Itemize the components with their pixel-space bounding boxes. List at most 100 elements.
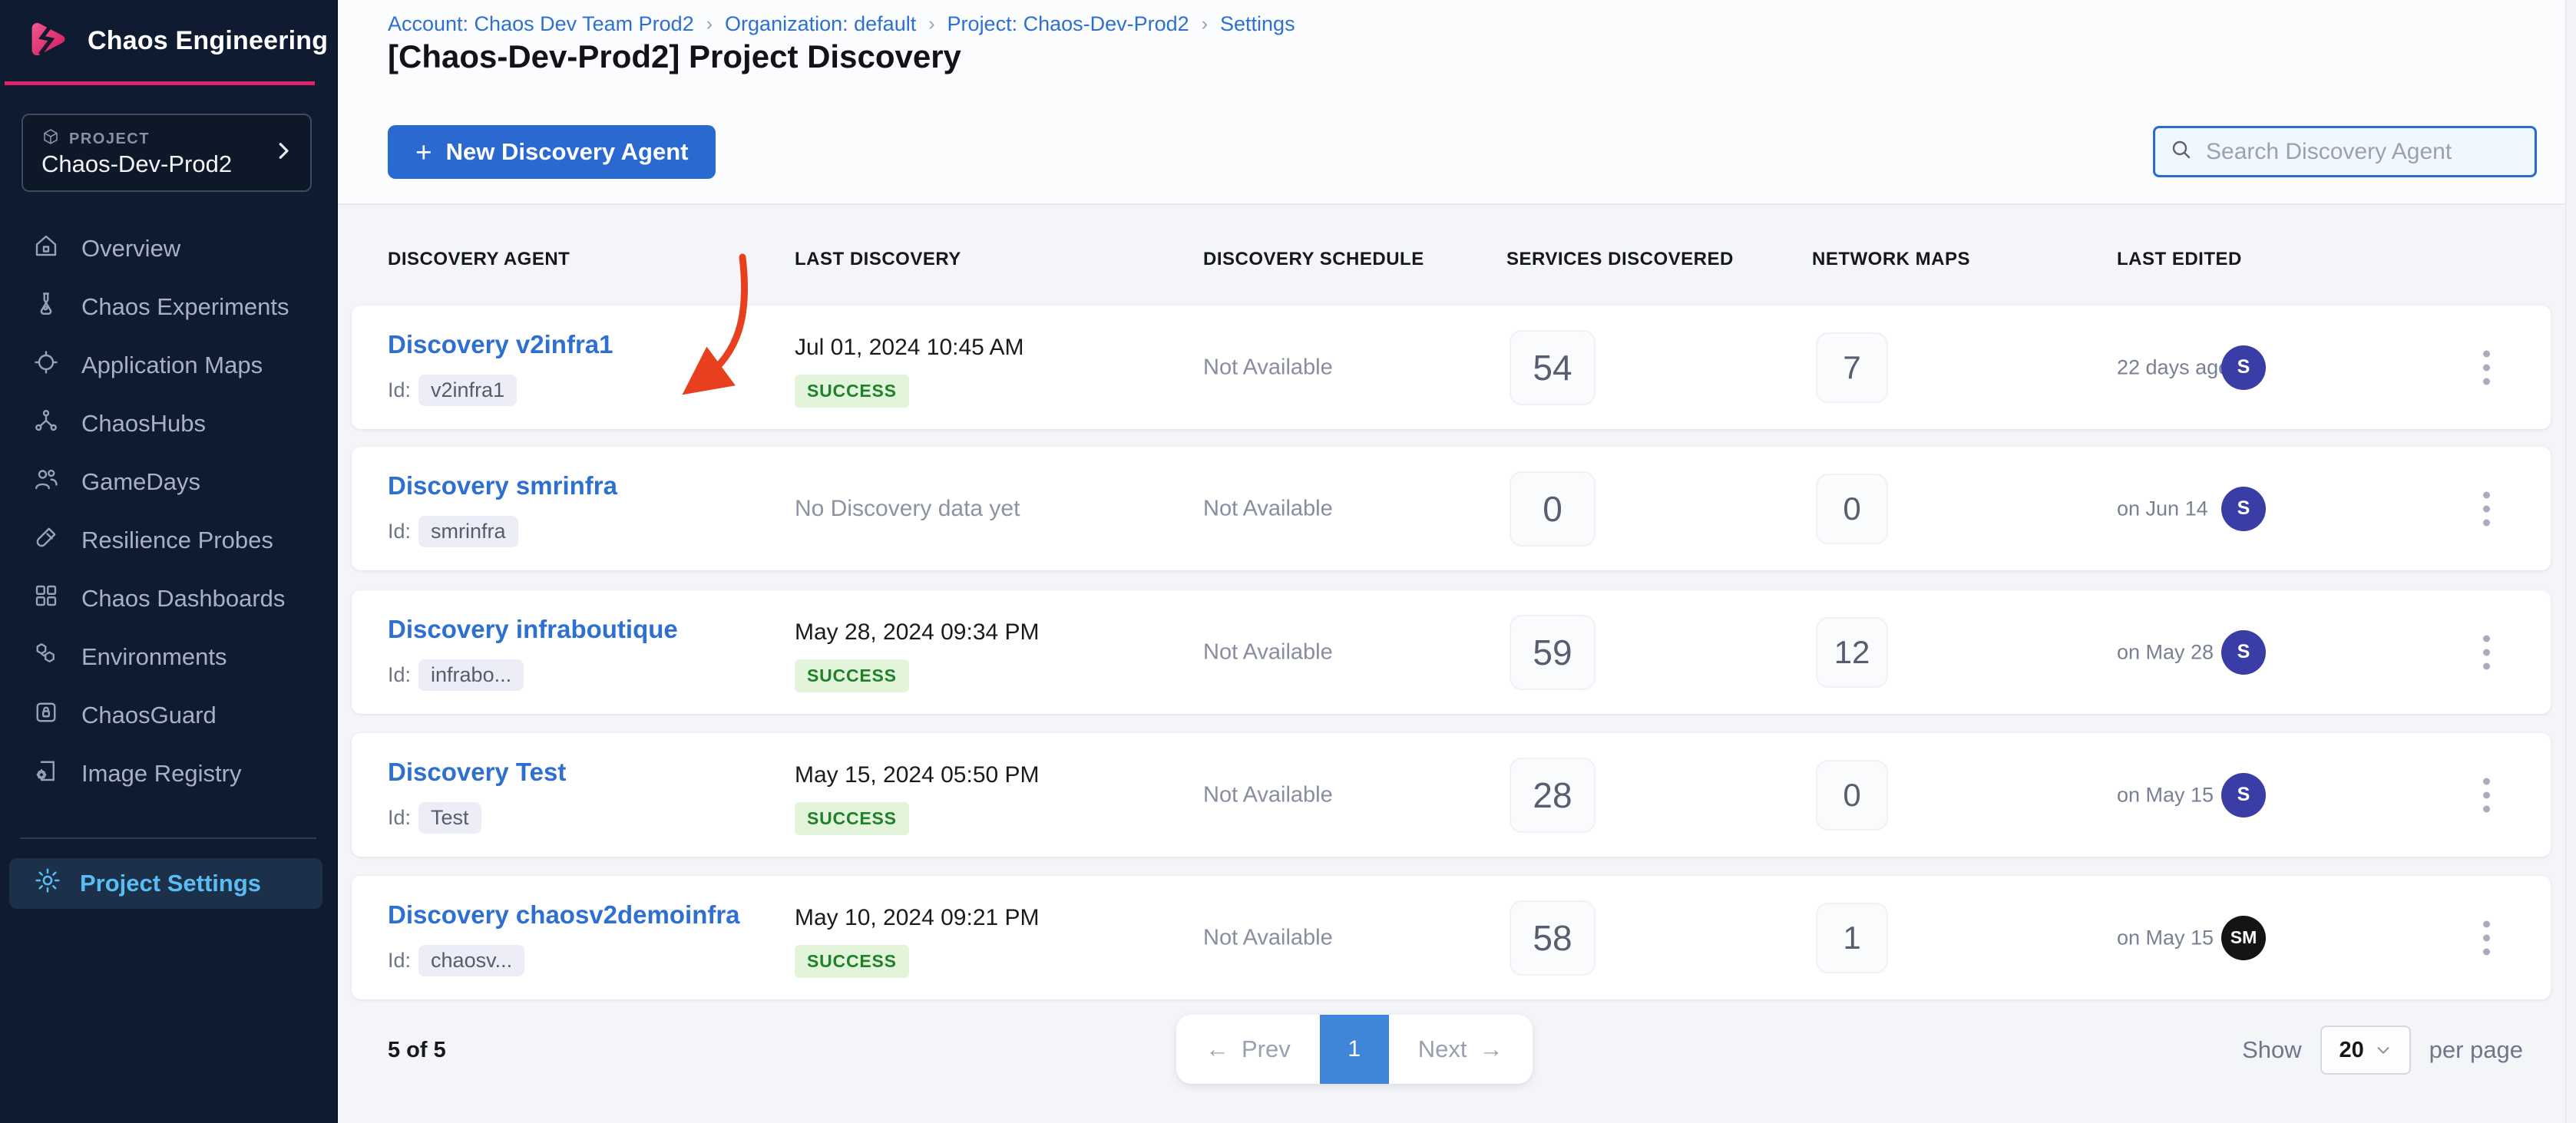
row-menu-icon[interactable]	[2475, 484, 2498, 533]
last-edited-text: on Jun 14	[2117, 497, 2208, 520]
flask-icon	[32, 290, 60, 324]
chaos-engineering-app: Chaos Engineering PROJECT Chaos-Dev-Pr	[0, 0, 2576, 1123]
breadcrumb-separator: ›	[1189, 13, 1220, 35]
sidebar-item-chaos-experiments[interactable]: Chaos Experiments	[0, 278, 338, 336]
sidebar-nav: Overview Chaos Experiments Application M…	[0, 220, 338, 803]
chaos-engineering-logo-icon	[23, 15, 71, 67]
sidebar-item-label: ChaosHubs	[81, 410, 206, 438]
project-label: PROJECT	[69, 130, 150, 148]
chevron-down-icon	[2375, 1042, 2392, 1059]
sidebar-item-chaos-dashboards[interactable]: Chaos Dashboards	[0, 570, 338, 628]
sidebar-item-chaosguard[interactable]: ChaosGuard	[0, 686, 338, 745]
avatar: SM	[2221, 916, 2266, 960]
project-selector[interactable]: PROJECT Chaos-Dev-Prod2	[21, 114, 312, 192]
arrow-right-icon: →	[1480, 1035, 1503, 1063]
home-icon	[32, 232, 60, 266]
arrow-left-icon: ←	[1205, 1035, 1229, 1063]
network-maps-count: 7	[1816, 332, 1888, 403]
sidebar-item-image-registry[interactable]: Image Registry	[0, 745, 338, 803]
show-label: Show	[2242, 1036, 2302, 1064]
breadcrumb-account-link[interactable]: Account: Chaos Dev Team Prod2	[388, 12, 694, 36]
sidebar-divider	[20, 837, 316, 839]
agent-name-link[interactable]: Discovery smrinfra	[388, 471, 617, 500]
agent-name-link[interactable]: Discovery Test	[388, 758, 566, 787]
id-chip: smrinfra	[418, 516, 518, 547]
discovery-schedule: Not Available	[1203, 925, 1333, 950]
id-prefix: Id:	[388, 949, 411, 973]
avatar: S	[2221, 345, 2266, 390]
main-content: Account: Chaos Dev Team Prod2 › Organiza…	[338, 0, 2576, 1123]
discovery-schedule: Not Available	[1203, 639, 1333, 665]
sidebar-item-resilience-probes[interactable]: Resilience Probes	[0, 511, 338, 570]
avatar: S	[2221, 630, 2266, 675]
id-chip: Test	[418, 802, 481, 834]
sidebar-item-label: Chaos Dashboards	[81, 585, 285, 613]
services-discovered-count: 54	[1510, 330, 1596, 405]
page-number-button[interactable]: 1	[1320, 1015, 1389, 1084]
sidebar-item-overview[interactable]: Overview	[0, 220, 338, 278]
breadcrumb-organization-link[interactable]: Organization: default	[725, 12, 916, 36]
sidebar-item-application-maps[interactable]: Application Maps	[0, 336, 338, 395]
sidebar-item-label: GameDays	[81, 468, 200, 496]
table-row: Discovery chaosv2demoinfra Id: chaosv...…	[352, 876, 2551, 999]
sidebar-item-project-settings[interactable]: Project Settings	[9, 858, 322, 909]
discovery-schedule: Not Available	[1203, 496, 1333, 521]
sidebar-item-chaoshubs[interactable]: ChaosHubs	[0, 395, 338, 453]
table-row: Discovery Test Id: Test May 15, 2024 05:…	[352, 733, 2551, 857]
new-discovery-agent-button[interactable]: + New Discovery Agent	[388, 125, 716, 179]
agent-id: Id: chaosv...	[388, 945, 524, 976]
hexagons-icon	[32, 640, 60, 674]
sidebar-item-label: Overview	[81, 235, 180, 263]
agent-name-link[interactable]: Discovery v2infra1	[388, 330, 613, 359]
row-menu-icon[interactable]	[2475, 342, 2498, 392]
search-icon	[2169, 137, 2194, 166]
page-size-select[interactable]: 20	[2320, 1026, 2411, 1075]
discovery-schedule: Not Available	[1203, 355, 1333, 380]
prev-page-button[interactable]: ← Prev	[1176, 1015, 1320, 1084]
row-menu-icon[interactable]	[2475, 913, 2498, 963]
last-discovery-date: Jul 01, 2024 10:45 AM	[795, 335, 1024, 361]
row-menu-icon[interactable]	[2475, 627, 2498, 677]
cube-icon	[41, 127, 60, 150]
row-menu-icon[interactable]	[2475, 770, 2498, 820]
agent-name-link[interactable]: Discovery chaosv2demoinfra	[388, 900, 740, 930]
table-row: Discovery smrinfra Id: smrinfra No Disco…	[352, 447, 2551, 570]
breadcrumb-project-link[interactable]: Project: Chaos-Dev-Prod2	[947, 12, 1189, 36]
discovery-schedule: Not Available	[1203, 782, 1333, 808]
scrollbar[interactable]	[2565, 0, 2576, 1123]
id-prefix: Id:	[388, 663, 411, 687]
column-header-network-maps: NETWORK MAPS	[1812, 249, 1970, 270]
people-icon	[32, 465, 60, 499]
last-discovery-date: May 28, 2024 09:34 PM	[795, 619, 1040, 646]
prev-label: Prev	[1242, 1035, 1291, 1063]
agent-name-link[interactable]: Discovery infraboutique	[388, 615, 678, 644]
registry-icon	[32, 757, 60, 791]
no-discovery-message: No Discovery data yet	[795, 496, 1020, 522]
pagination: ← Prev 1 Next →	[1176, 1015, 1533, 1084]
next-page-button[interactable]: Next →	[1389, 1015, 1533, 1084]
status-badge: SUCCESS	[795, 802, 909, 835]
sidebar-item-gamedays[interactable]: GameDays	[0, 453, 338, 511]
avatar: S	[2221, 773, 2266, 817]
sidebar-item-label: Project Settings	[80, 870, 261, 897]
services-discovered-count: 0	[1510, 471, 1596, 547]
breadcrumb-separator: ›	[916, 13, 947, 35]
breadcrumb-settings-link[interactable]: Settings	[1220, 12, 1295, 36]
per-page-label: per page	[2429, 1036, 2523, 1064]
network-maps-count: 0	[1816, 760, 1888, 831]
search-input[interactable]	[2206, 139, 2521, 165]
chevron-right-icon	[272, 140, 295, 167]
network-maps-count: 0	[1816, 474, 1888, 544]
agent-id: Id: Test	[388, 802, 481, 834]
sidebar-item-environments[interactable]: Environments	[0, 628, 338, 686]
id-prefix: Id:	[388, 378, 411, 402]
status-badge: SUCCESS	[795, 945, 909, 978]
column-header-last-discovery: LAST DISCOVERY	[795, 249, 961, 270]
id-chip: infrabo...	[418, 659, 524, 691]
id-chip: v2infra1	[418, 375, 517, 406]
sidebar-header: Chaos Engineering	[0, 0, 338, 81]
app-title: Chaos Engineering	[88, 26, 328, 56]
probe-icon	[32, 524, 60, 557]
brand-divider	[5, 81, 315, 85]
sidebar-item-label: Application Maps	[81, 352, 263, 379]
